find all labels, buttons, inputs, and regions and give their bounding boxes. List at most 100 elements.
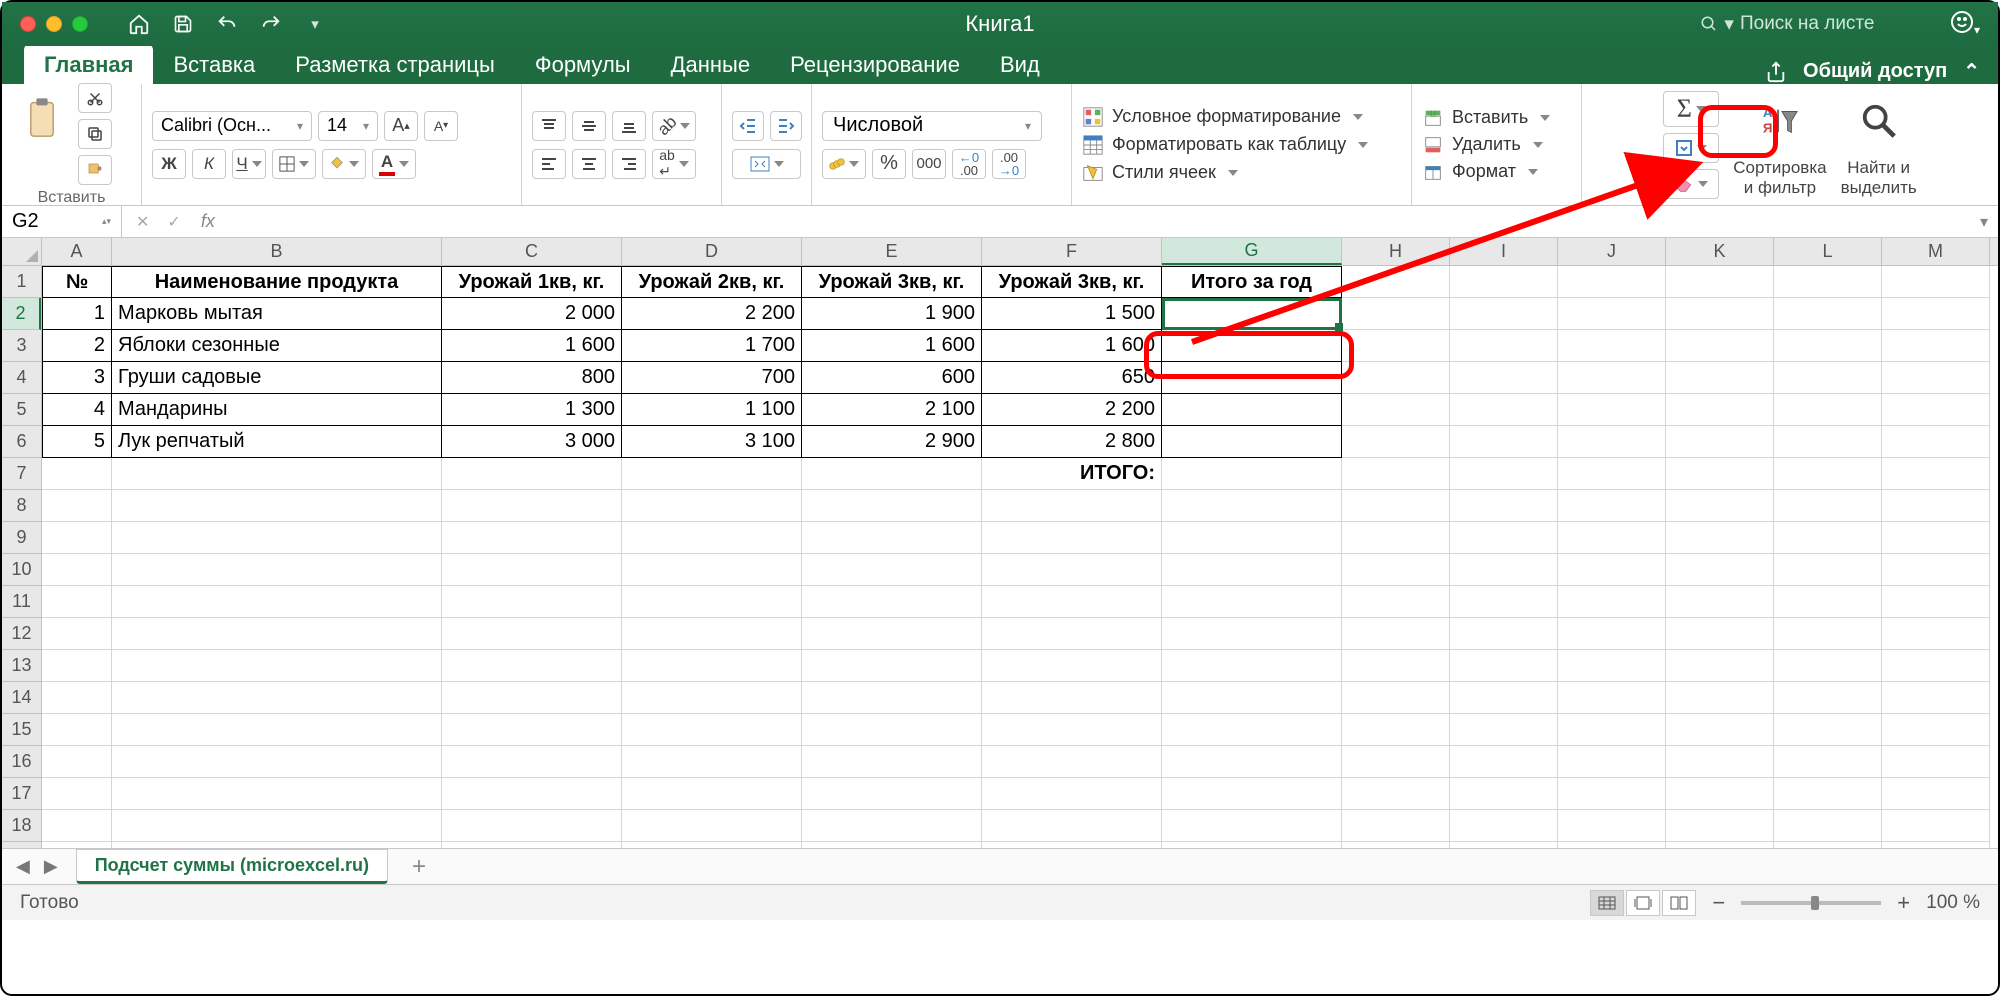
cell[interactable] <box>1882 682 1990 714</box>
row-header-10[interactable]: 10 <box>2 554 41 586</box>
cell[interactable] <box>622 682 802 714</box>
row-header-13[interactable]: 13 <box>2 650 41 682</box>
cell[interactable]: Мандарины <box>112 394 442 426</box>
cell[interactable] <box>1342 746 1450 778</box>
cell[interactable] <box>802 810 982 842</box>
increase-font-button[interactable]: A▴ <box>384 111 418 141</box>
cell[interactable] <box>1882 330 1990 362</box>
tab-home[interactable]: Главная <box>24 44 153 84</box>
cell[interactable] <box>112 810 442 842</box>
cell[interactable]: 3 100 <box>622 426 802 458</box>
zoom-slider[interactable] <box>1741 901 1881 905</box>
merge-button[interactable] <box>732 149 801 179</box>
cell[interactable]: 1 900 <box>802 298 982 330</box>
cell[interactable] <box>112 458 442 490</box>
cell[interactable] <box>442 778 622 810</box>
cell[interactable] <box>1558 778 1666 810</box>
tab-insert[interactable]: Вставка <box>153 44 275 84</box>
qat-customize-icon[interactable]: ▾ <box>304 13 326 35</box>
cell[interactable] <box>1162 458 1342 490</box>
cell[interactable] <box>442 490 622 522</box>
cell[interactable] <box>1450 522 1558 554</box>
cell[interactable] <box>1162 714 1342 746</box>
cell[interactable] <box>622 586 802 618</box>
cell[interactable] <box>1558 714 1666 746</box>
cell[interactable] <box>442 682 622 714</box>
cell[interactable] <box>1666 650 1774 682</box>
cell[interactable]: 2 200 <box>982 394 1162 426</box>
find-select-button[interactable] <box>1850 92 1908 150</box>
row-header-2[interactable]: 2 <box>2 298 41 330</box>
cell[interactable] <box>1342 618 1450 650</box>
cell[interactable] <box>1162 490 1342 522</box>
cell[interactable]: Груши садовые <box>112 362 442 394</box>
cell[interactable] <box>1666 394 1774 426</box>
cell[interactable] <box>1558 490 1666 522</box>
sheet-search[interactable]: ▾ <box>1700 13 1940 36</box>
cell[interactable] <box>1342 394 1450 426</box>
number-format-select[interactable]: Числовой▾ <box>822 111 1042 141</box>
format-painter-button[interactable] <box>78 155 112 185</box>
row-header-6[interactable]: 6 <box>2 426 41 458</box>
cell[interactable] <box>1342 842 1450 848</box>
cell[interactable] <box>1342 490 1450 522</box>
cell[interactable] <box>802 458 982 490</box>
cell[interactable] <box>1450 746 1558 778</box>
align-middle-button[interactable] <box>572 111 606 141</box>
cell[interactable] <box>1882 266 1990 298</box>
normal-view-button[interactable] <box>1590 890 1624 916</box>
cell[interactable] <box>1882 714 1990 746</box>
cell[interactable]: 1 600 <box>442 330 622 362</box>
cell[interactable] <box>42 746 112 778</box>
cell[interactable] <box>1666 266 1774 298</box>
cell[interactable]: 2 000 <box>442 298 622 330</box>
cell[interactable] <box>1558 298 1666 330</box>
col-header-b[interactable]: B <box>112 238 442 265</box>
cell[interactable] <box>1666 618 1774 650</box>
cell[interactable]: 1 600 <box>802 330 982 362</box>
cell[interactable] <box>1666 554 1774 586</box>
cell[interactable] <box>1774 842 1882 848</box>
cell[interactable] <box>622 842 802 848</box>
cell[interactable] <box>1666 522 1774 554</box>
cell[interactable]: Лук репчатый <box>112 426 442 458</box>
cell[interactable] <box>1666 714 1774 746</box>
copy-button[interactable] <box>78 119 112 149</box>
cell[interactable] <box>1342 426 1450 458</box>
cell[interactable] <box>42 682 112 714</box>
underline-button[interactable]: Ч <box>232 149 266 179</box>
cell[interactable] <box>42 650 112 682</box>
cell[interactable] <box>1774 746 1882 778</box>
cell[interactable] <box>982 490 1162 522</box>
zoom-in-button[interactable]: + <box>1897 890 1910 916</box>
tab-formulas[interactable]: Формулы <box>515 44 651 84</box>
cell[interactable] <box>1882 490 1990 522</box>
cell[interactable] <box>112 618 442 650</box>
cell[interactable] <box>1450 490 1558 522</box>
cell[interactable]: 4 <box>42 394 112 426</box>
row-header-7[interactable]: 7 <box>2 458 41 490</box>
cell[interactable] <box>1450 778 1558 810</box>
cell[interactable] <box>1774 490 1882 522</box>
paste-button[interactable] <box>12 83 72 153</box>
cell[interactable] <box>1558 394 1666 426</box>
cell[interactable] <box>112 554 442 586</box>
cell[interactable] <box>1558 682 1666 714</box>
cell[interactable] <box>1450 810 1558 842</box>
home-icon[interactable] <box>128 13 150 35</box>
cell[interactable] <box>1558 266 1666 298</box>
cell[interactable] <box>1882 394 1990 426</box>
cell[interactable] <box>1774 330 1882 362</box>
cell[interactable] <box>1342 778 1450 810</box>
cell[interactable] <box>1774 554 1882 586</box>
cell[interactable] <box>442 554 622 586</box>
align-top-button[interactable] <box>532 111 566 141</box>
accept-formula-icon[interactable]: ✓ <box>167 212 180 232</box>
tab-review[interactable]: Рецензирование <box>770 44 980 84</box>
row-header-3[interactable]: 3 <box>2 330 41 362</box>
align-left-button[interactable] <box>532 149 566 179</box>
cell[interactable] <box>1450 618 1558 650</box>
cell[interactable] <box>982 522 1162 554</box>
spreadsheet-grid[interactable]: A B C D E F G H I J K L M 12345678910111… <box>2 238 1998 848</box>
cell[interactable] <box>1450 682 1558 714</box>
